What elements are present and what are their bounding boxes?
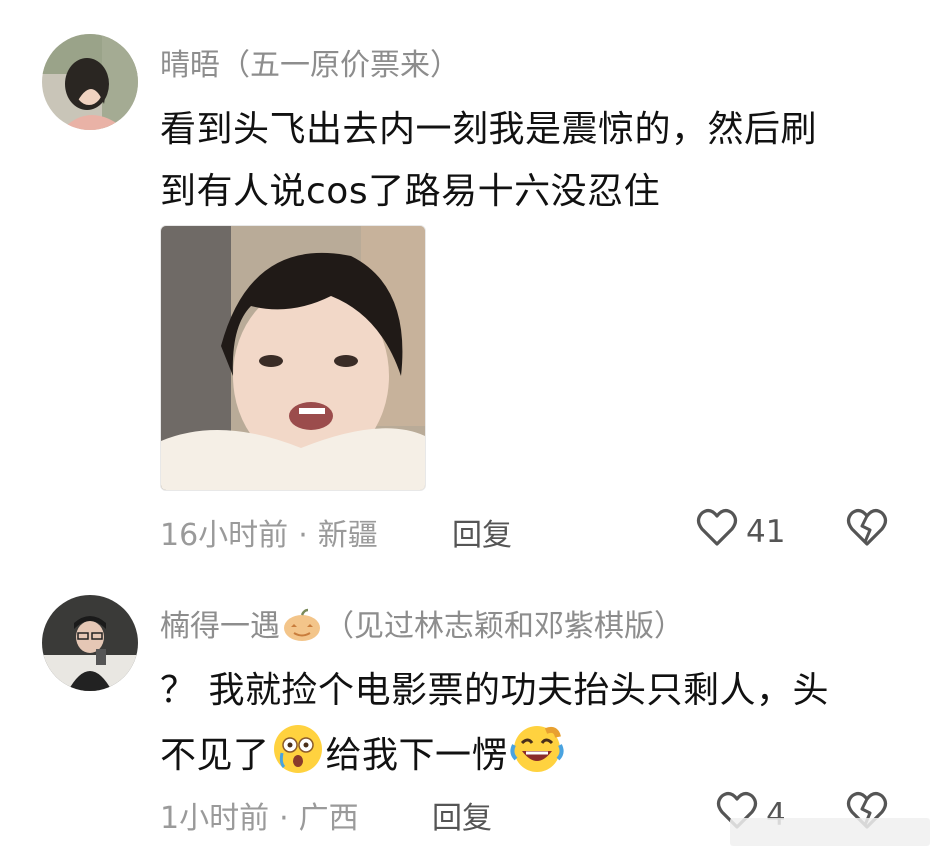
comment-time: 16小时前: [160, 518, 289, 553]
avatar[interactable]: [42, 34, 138, 130]
comment-text-fragment: 不见了: [160, 735, 270, 776]
meta-separator: ·: [279, 801, 289, 836]
like-count: 41: [746, 514, 786, 550]
username-line[interactable]: 晴晤（五一原价票来）: [160, 40, 460, 84]
comment-text-line: ？ 我就捡个电影票的功夫抬头只剩人，头: [160, 670, 829, 711]
pumpkin-badge-icon: [282, 608, 322, 650]
reply-button[interactable]: 回复: [432, 793, 492, 837]
meta-separator: ·: [298, 518, 308, 553]
comment-text-line: 到有人说cos了路易十六没忍住: [160, 171, 661, 212]
comment-time: 1小时前: [160, 801, 270, 836]
comment-text-line-2: 不见了 给我下一愣: [160, 723, 566, 784]
rofl-face-emoji: [510, 723, 564, 784]
user-badge: （见过林志颖和邓紫棋版）: [324, 609, 684, 644]
like-button[interactable]: 41: [696, 508, 785, 556]
comment-item: 楠得一遇 （见过林志颖和邓紫棋版） ？ 我就捡个电影票的功夫抬头只剩人，头 不见了…: [0, 575, 940, 855]
broken-heart-icon: [846, 509, 888, 552]
comment-text-line: 看到头飞出去内一刻我是震惊的，然后刷: [160, 109, 818, 150]
user-badge: （五一原价票来）: [220, 48, 460, 83]
dislike-button[interactable]: [846, 508, 888, 552]
avatar[interactable]: [42, 595, 138, 691]
comment-meta: 16小时前 · 新疆: [160, 510, 378, 554]
username[interactable]: 晴晤: [160, 48, 220, 83]
comment-text-fragment: 给我下一愣: [325, 735, 509, 776]
comment-location: 广西: [298, 801, 359, 836]
username-line[interactable]: 楠得一遇 （见过林志颖和邓紫棋版）: [160, 601, 684, 650]
heart-outline-icon: [696, 508, 738, 556]
watermark-overlay: [730, 818, 930, 846]
comment-item: 晴晤（五一原价票来） 看到头飞出去内一刻我是震惊的，然后刷 到有人说cos了路易…: [0, 0, 940, 575]
username[interactable]: 楠得一遇: [160, 609, 280, 644]
comment-location: 新疆: [317, 518, 378, 553]
shocked-face-emoji: [272, 723, 324, 784]
reply-button[interactable]: 回复: [452, 510, 512, 554]
comment-image[interactable]: [160, 225, 426, 491]
comment-meta: 1小时前 · 广西: [160, 793, 359, 837]
